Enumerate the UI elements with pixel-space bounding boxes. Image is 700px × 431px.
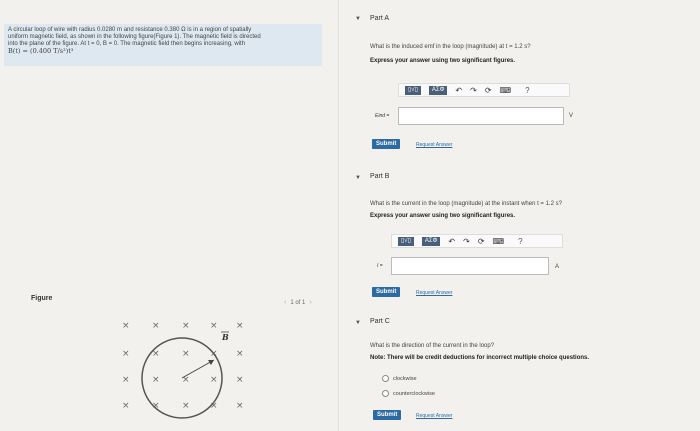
problem-text-line2: uniform magnetic field, as shown in the … <box>8 34 261 40</box>
greek-button[interactable]: ΑΣΦ <box>428 85 448 95</box>
option-counterclockwise[interactable]: counterclockwise <box>382 390 435 397</box>
part-c-title: Part C <box>370 318 390 325</box>
part-b-unit: A <box>555 264 560 270</box>
svg-text:×: × <box>236 401 244 411</box>
collapse-part-a-icon[interactable]: ▼ <box>355 16 361 22</box>
help-icon[interactable]: ? <box>518 237 522 246</box>
redo-icon[interactable]: ↷ <box>470 86 477 95</box>
part-b-question: What is the current in the loop (magnitu… <box>370 201 562 207</box>
svg-text:×: × <box>182 375 190 385</box>
figure-pager: ‹ 1 of 1 › <box>284 299 312 306</box>
template-button[interactable]: ▯√▯ <box>398 236 414 246</box>
part-b-answer-label: I = <box>377 263 383 269</box>
part-a-submit-button[interactable]: Submit <box>372 139 401 149</box>
svg-text:×: × <box>182 401 190 411</box>
collapse-part-c-icon[interactable]: ▼ <box>355 320 361 326</box>
svg-text:×: × <box>236 349 244 359</box>
redo-icon[interactable]: ↷ <box>463 237 470 246</box>
keyboard-icon[interactable]: ⌨ <box>493 237 505 246</box>
svg-text:×: × <box>236 375 244 385</box>
part-a-unit: V <box>569 113 574 119</box>
part-a-toolbar: ▯√▯ ΑΣΦ ↶ ↷ ⟳ ⌨ ? <box>398 83 570 97</box>
svg-text:×: × <box>122 375 130 385</box>
greek-button[interactable]: ΑΣΦ <box>421 236 441 246</box>
problem-text-line1: A circular loop of wire with radius 0.02… <box>8 27 252 33</box>
svg-text:×: × <box>236 321 244 331</box>
help-icon[interactable]: ? <box>525 86 529 95</box>
undo-icon[interactable]: ↶ <box>448 237 455 246</box>
part-b-title: Part B <box>370 173 390 180</box>
option-counterclockwise-label: counterclockwise <box>393 390 435 397</box>
part-c-request-answer-link[interactable]: Request Answer <box>416 413 452 419</box>
part-a-instruction: Express your answer using two significan… <box>370 58 516 64</box>
reset-icon[interactable]: ⟳ <box>485 86 492 95</box>
radio-clockwise[interactable] <box>382 375 389 382</box>
pager-text: 1 of 1 <box>290 299 306 306</box>
part-a-answer-label: Eind = <box>375 113 390 119</box>
reset-icon[interactable]: ⟳ <box>478 237 485 246</box>
part-a-request-answer-link[interactable]: Request Answer <box>416 142 452 148</box>
part-a-question: What is the induced emf in the loop (mag… <box>370 44 531 50</box>
part-b-toolbar: ▯√▯ ΑΣΦ ↶ ↷ ⟳ ⌨ ? <box>391 234 563 248</box>
part-a-answer-input[interactable] <box>398 107 564 125</box>
part-b-instruction: Express your answer using two significan… <box>370 213 516 219</box>
svg-text:×: × <box>122 321 130 331</box>
svg-text:×: × <box>152 321 160 331</box>
part-c-submit-button[interactable]: Submit <box>373 410 402 420</box>
problem-statement: A circular loop of wire with radius 0.02… <box>4 24 322 66</box>
svg-text:×: × <box>182 321 190 331</box>
collapse-part-b-icon[interactable]: ▼ <box>355 175 361 181</box>
part-c-question: What is the direction of the current in … <box>370 343 495 349</box>
svg-text:×: × <box>210 321 218 331</box>
svg-text:×: × <box>152 375 160 385</box>
keyboard-icon[interactable]: ⌨ <box>500 86 512 95</box>
next-figure-icon[interactable]: › <box>309 299 311 306</box>
figure-image: × × × × × × × × × × × × × × × × × × × × B <box>122 321 244 419</box>
figure-label: Figure <box>31 295 53 302</box>
part-b-request-answer-link[interactable]: Request Answer <box>416 290 452 296</box>
part-a-title: Part A <box>370 15 390 22</box>
svg-text:×: × <box>122 401 130 411</box>
radio-counterclockwise[interactable] <box>382 390 389 397</box>
template-button[interactable]: ▯√▯ <box>405 85 421 95</box>
problem-equation: B(t) = (0.400 T/s³)t³ <box>8 47 74 55</box>
svg-text:×: × <box>182 349 190 359</box>
option-clockwise[interactable]: clockwise <box>382 375 417 382</box>
part-b-submit-button[interactable]: Submit <box>372 287 401 297</box>
b-label: B <box>221 332 229 342</box>
prev-figure-icon[interactable]: ‹ <box>284 299 286 306</box>
undo-icon[interactable]: ↶ <box>455 86 462 95</box>
part-c-note: Note: There will be credit deductions fo… <box>370 355 590 361</box>
part-b-answer-input[interactable] <box>391 257 549 275</box>
pane-divider <box>338 0 339 431</box>
svg-text:×: × <box>122 349 130 359</box>
svg-text:×: × <box>210 375 218 385</box>
option-clockwise-label: clockwise <box>393 375 417 382</box>
